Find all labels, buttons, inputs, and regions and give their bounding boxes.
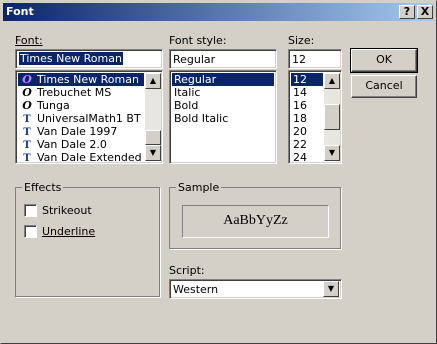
chevron-down-icon[interactable]: ▼ — [323, 281, 339, 297]
font-name-text: UniversalMath1 BT — [37, 112, 141, 125]
size-item[interactable]: 24 — [291, 151, 323, 163]
scroll-down-arrow-icon[interactable]: ▼ — [324, 145, 340, 161]
script-label: Script: — [169, 264, 205, 277]
opentype-icon: O — [22, 73, 32, 86]
sample-preview: AaBbYyZz — [182, 205, 329, 238]
font-name-text: Van Dale 2.0 — [37, 138, 107, 151]
size-list[interactable]: 12 14 16 18 20 22 24 ▲ ▼ — [288, 70, 342, 164]
font-name-input[interactable]: Times New Roman — [15, 49, 163, 69]
font-style-item[interactable]: Italic — [172, 86, 274, 99]
font-style-item[interactable]: Bold Italic — [172, 112, 274, 125]
opentype-icon: O — [22, 86, 32, 99]
scroll-thumb[interactable] — [324, 104, 340, 130]
font-name-text: Times New Roman — [37, 73, 139, 86]
size-input[interactable]: 12 — [288, 49, 342, 69]
title-bar[interactable]: Font — [3, 3, 434, 21]
strikeout-label[interactable]: Strikeout — [42, 204, 92, 217]
font-style-item[interactable]: Regular — [172, 73, 274, 86]
underline-label[interactable]: Underline — [42, 225, 95, 238]
scroll-up-arrow-icon[interactable]: ▲ — [145, 73, 161, 89]
close-icon: X — [420, 5, 430, 18]
font-name-text: Van Dale 1997 — [37, 125, 118, 138]
font-list-item[interactable]: O Tunga — [18, 99, 144, 112]
font-style-list[interactable]: Regular Italic Bold Bold Italic — [169, 70, 277, 164]
font-list-item[interactable]: T Van Dale Extended — [18, 151, 144, 164]
font-list-scrollbar[interactable]: ▲ ▼ — [145, 73, 161, 161]
scroll-thumb[interactable] — [145, 130, 161, 145]
font-list-item[interactable]: O Times New Roman — [18, 73, 144, 86]
font-list-item[interactable]: T UniversalMath1 BT — [18, 112, 144, 125]
font-name-text: Tunga — [37, 99, 70, 112]
font-list-item[interactable]: T Van Dale 1997 — [18, 125, 144, 138]
effects-label: Effects — [22, 181, 64, 194]
font-list-item[interactable]: T Van Dale 2.0 — [18, 138, 144, 151]
font-list-item[interactable]: O Trebuchet MS — [18, 86, 144, 99]
sample-label: Sample — [176, 181, 222, 194]
underline-checkbox[interactable] — [24, 225, 37, 238]
strikeout-checkbox[interactable] — [24, 204, 37, 217]
font-dialog: Font ? X Font: Times New Roman O Times Ne… — [0, 0, 437, 344]
scroll-down-arrow-icon[interactable]: ▼ — [145, 145, 161, 161]
opentype-icon: O — [22, 99, 32, 112]
font-style-item[interactable]: Bold — [172, 99, 274, 112]
size-label: Size: — [288, 34, 315, 47]
script-select[interactable]: Western ▼ — [169, 279, 342, 299]
font-style-input[interactable]: Regular — [169, 49, 277, 69]
size-item[interactable]: 18 — [291, 112, 323, 125]
size-item[interactable]: 22 — [291, 138, 323, 151]
font-name-text: Van Dale Extended — [37, 151, 142, 164]
truetype-icon: T — [23, 153, 31, 164]
sample-text: AaBbYyZz — [223, 213, 288, 228]
font-name-text: Trebuchet MS — [37, 86, 112, 99]
close-button[interactable]: X — [417, 5, 433, 19]
ok-button[interactable]: OK — [350, 48, 418, 73]
font-style-label: Font style: — [169, 34, 227, 47]
cancel-button[interactable]: Cancel — [351, 75, 417, 98]
help-button[interactable]: ? — [399, 5, 415, 19]
size-item[interactable]: 14 — [291, 86, 323, 99]
font-list[interactable]: O Times New Roman O Trebuchet MS O Tunga T Univ… — [15, 70, 163, 164]
window-title: Font — [6, 5, 34, 18]
size-item[interactable]: 20 — [291, 125, 323, 138]
size-item[interactable]: 12 — [291, 73, 323, 86]
size-list-scrollbar[interactable]: ▲ ▼ — [324, 73, 340, 161]
font-label: Font: — [15, 34, 43, 47]
scroll-up-arrow-icon[interactable]: ▲ — [324, 73, 340, 89]
size-item[interactable]: 16 — [291, 99, 323, 112]
